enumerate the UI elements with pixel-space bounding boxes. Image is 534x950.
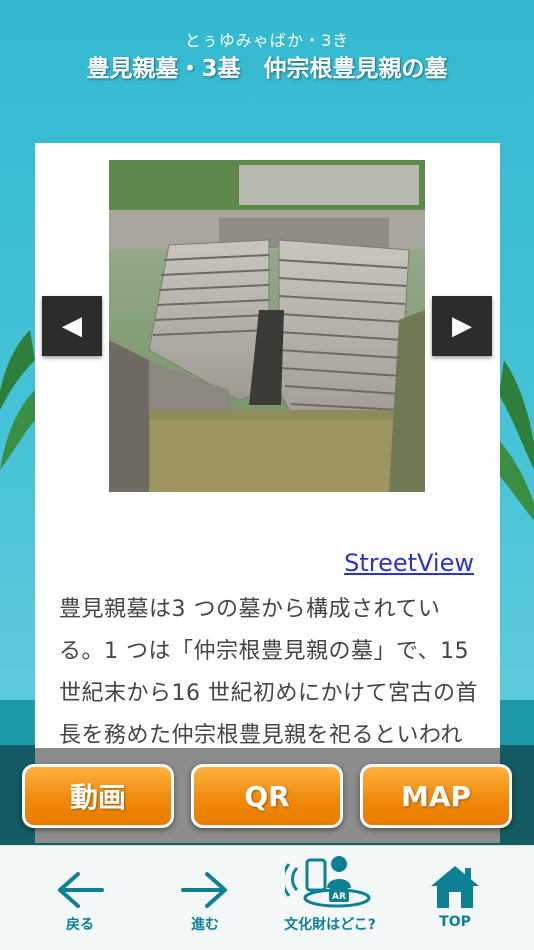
nav-back-label: 戻る: [66, 917, 94, 933]
arrow-left-icon: [58, 872, 104, 908]
palm-leaf-left-decoration: [0, 330, 40, 470]
bottom-nav-bar: 戻る 進む AR 文化財はどこ? TOP: [0, 845, 534, 950]
content-card: StreetView 豊見親墓は3 つの墓から構成されている。1 つは「仲宗根豊…: [35, 143, 500, 843]
nav-forward-label: 進む: [191, 917, 219, 933]
ar-badge: AR: [332, 892, 346, 902]
nav-top-button[interactable]: TOP: [420, 846, 490, 950]
nav-ar-label: 文化財はどこ?: [284, 917, 376, 933]
page-title: 豊見親墓・3基 仲宗根豊見親の墓: [86, 56, 448, 82]
prev-photo-button[interactable]: ◀: [42, 296, 102, 356]
video-button[interactable]: 動画: [22, 764, 174, 828]
home-icon: [431, 866, 479, 908]
palm-leaf-right-decoration: [494, 360, 534, 521]
ar-person-icon: AR: [285, 856, 371, 908]
qr-button[interactable]: QR: [191, 764, 343, 828]
page-header: とぅゆみゃばか・3き 豊見親墓・3基 仲宗根豊見親の墓: [0, 30, 534, 86]
arrow-right-icon: [181, 872, 227, 908]
site-photo[interactable]: [109, 160, 425, 492]
next-photo-button[interactable]: ▶: [432, 296, 492, 356]
nav-forward-button[interactable]: 進む: [175, 846, 235, 950]
nav-back-button[interactable]: 戻る: [50, 846, 110, 950]
stone-tomb-image: [109, 160, 425, 492]
streetview-link[interactable]: StreetView: [344, 549, 474, 577]
title-reading: とぅゆみゃばか・3き: [184, 31, 350, 50]
nav-top-label: TOP: [439, 914, 471, 930]
nav-ar-button[interactable]: AR 文化財はどこ?: [270, 846, 390, 950]
map-button[interactable]: MAP: [360, 764, 512, 828]
